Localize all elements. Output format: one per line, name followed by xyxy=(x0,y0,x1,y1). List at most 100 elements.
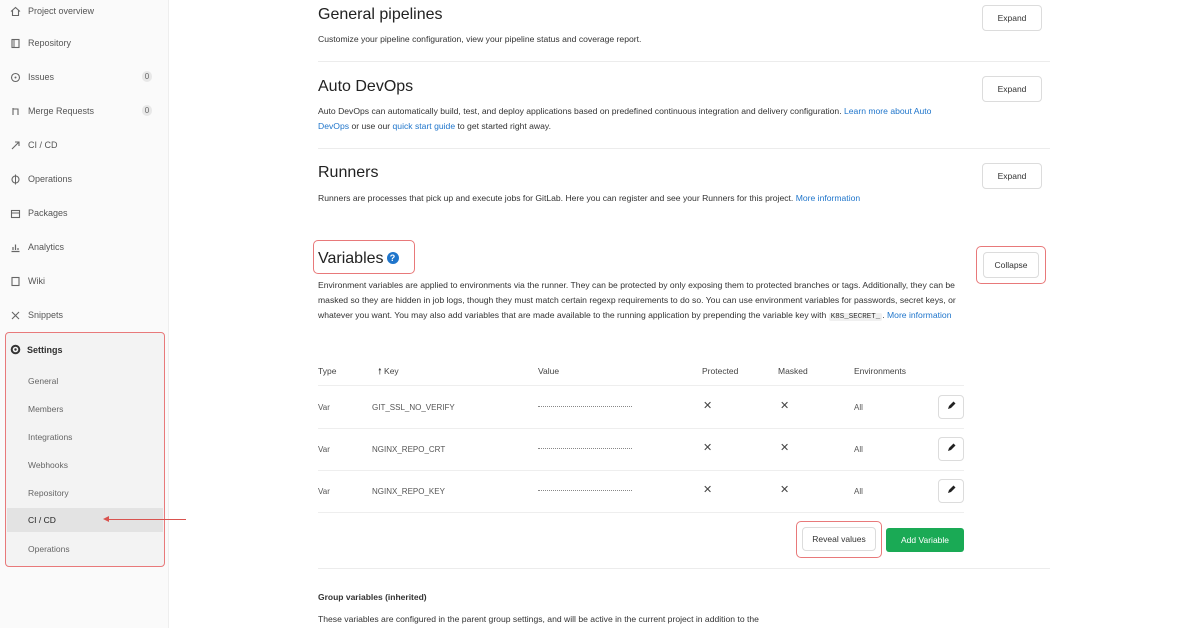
variables-collapse-button[interactable]: Collapse xyxy=(983,252,1039,278)
issues-icon xyxy=(10,72,21,83)
variables-title: Variables? xyxy=(318,250,399,268)
variables-title-text: Variables xyxy=(318,250,384,267)
table-row-divider xyxy=(318,428,964,429)
runners-more-information-link[interactable]: More information xyxy=(796,193,860,203)
cell-type: Var xyxy=(318,403,330,412)
home-icon xyxy=(10,6,21,17)
cell-masked: ✕ xyxy=(780,400,790,412)
sidebar-item-label: Wiki xyxy=(28,276,45,286)
auto-devops-desc-text-2: or use our xyxy=(351,121,391,131)
cloud-gear-icon xyxy=(10,174,21,185)
reveal-values-button[interactable]: Reveal values xyxy=(802,527,876,551)
runners-desc-text: Runners are processes that pick up and e… xyxy=(318,193,794,203)
settings-subitem-members[interactable]: Members xyxy=(28,404,63,414)
cell-protected: ✕ xyxy=(703,484,713,496)
cell-type: Var xyxy=(318,445,330,454)
sidebar-item-ci-cd[interactable]: CI / CD xyxy=(10,134,160,156)
sidebar-item-issues[interactable]: Issues 0 xyxy=(10,66,160,88)
question-circle-icon[interactable]: ? xyxy=(386,252,399,264)
cell-environment: All xyxy=(854,445,863,454)
chart-icon xyxy=(10,242,21,253)
column-header-protected: Protected xyxy=(702,366,739,376)
auto-devops-title: Auto DevOps xyxy=(318,78,414,95)
cell-value-masked xyxy=(538,448,632,450)
edit-variable-button[interactable] xyxy=(938,437,964,461)
cell-value-masked xyxy=(538,406,632,408)
auto-devops-expand-button[interactable]: Expand xyxy=(982,76,1042,102)
cell-key: GIT_SSL_NO_VERIFY xyxy=(372,403,455,412)
gear-icon xyxy=(10,344,21,357)
sidebar-item-repository[interactable]: Repository xyxy=(10,32,160,54)
sidebar-item-label: CI / CD xyxy=(28,140,58,150)
settings-subitem-operations[interactable]: Operations xyxy=(28,544,70,554)
general-pipelines-desc: Customize your pipeline configuration, v… xyxy=(318,34,642,44)
pointer-arrow-head xyxy=(103,516,109,522)
pencil-icon xyxy=(946,440,957,458)
sidebar-item-label: Snippets xyxy=(28,310,64,320)
rocket-icon xyxy=(10,140,21,151)
settings-subitem-general[interactable]: General xyxy=(28,376,58,386)
add-variable-button[interactable]: Add Variable xyxy=(886,528,964,552)
pointer-arrow-line xyxy=(108,519,186,520)
general-pipelines-expand-button[interactable]: Expand xyxy=(982,5,1042,31)
general-pipelines-title: General pipelines xyxy=(318,6,443,23)
settings-subitem-repository[interactable]: Repository xyxy=(28,488,69,498)
merge-request-icon xyxy=(10,106,21,117)
cell-environment: All xyxy=(854,487,863,496)
auto-devops-desc: Auto DevOps can automatically build, tes… xyxy=(318,104,958,134)
sidebar: Project overview Repository Issues 0 Mer… xyxy=(0,0,169,628)
cell-value-masked xyxy=(538,490,632,492)
scissors-icon xyxy=(10,310,21,321)
edit-variable-button[interactable] xyxy=(938,395,964,419)
column-header-type: Type xyxy=(318,366,337,376)
sidebar-item-label: Issues xyxy=(28,72,55,82)
cell-key: NGINX_REPO_CRT xyxy=(372,445,446,454)
column-header-masked: Masked xyxy=(778,366,808,376)
table-row-divider xyxy=(318,470,964,471)
sidebar-item-snippets[interactable]: Snippets xyxy=(10,304,160,326)
sidebar-item-label: Project overview xyxy=(28,6,95,16)
runners-title: Runners xyxy=(318,164,379,181)
runners-expand-button[interactable]: Expand xyxy=(982,163,1042,189)
sort-arrow-icon: 🠕 xyxy=(378,366,382,376)
pencil-icon xyxy=(946,482,957,500)
sidebar-item-label: Packages xyxy=(28,208,68,218)
sidebar-item-label: Settings xyxy=(27,345,63,355)
settings-subitem-ci-cd[interactable]: CI / CD xyxy=(28,515,56,525)
column-header-key[interactable]: 🠕 Key xyxy=(378,366,399,380)
column-header-key-label: Key xyxy=(384,366,399,376)
sidebar-item-wiki[interactable]: Wiki xyxy=(10,270,160,292)
pencil-icon xyxy=(946,398,957,416)
sidebar-item-label: Operations xyxy=(28,174,73,184)
settings-subitem-webhooks[interactable]: Webhooks xyxy=(28,460,68,470)
group-variables-title: Group variables (inherited) xyxy=(318,592,427,602)
sidebar-item-project-overview[interactable]: Project overview xyxy=(10,0,160,22)
sidebar-item-packages[interactable]: Packages xyxy=(10,202,160,224)
settings-subitem-integrations[interactable]: Integrations xyxy=(28,432,72,442)
sidebar-item-label: Repository xyxy=(28,38,72,48)
variables-more-information-link[interactable]: More information xyxy=(887,310,951,320)
auto-devops-desc-text-3: to get started right away. xyxy=(457,121,551,131)
column-header-environments: Environments xyxy=(854,366,906,376)
section-divider xyxy=(318,568,1050,569)
runners-desc: Runners are processes that pick up and e… xyxy=(318,191,958,206)
sidebar-item-label: Analytics xyxy=(28,242,65,252)
sidebar-item-merge-requests[interactable]: Merge Requests 0 xyxy=(10,100,160,122)
group-variables-desc: These variables are configured in the pa… xyxy=(318,614,759,624)
sidebar-item-settings[interactable]: Settings xyxy=(10,342,63,358)
auto-devops-desc-text: Auto DevOps can automatically build, tes… xyxy=(318,106,842,116)
cell-masked: ✕ xyxy=(780,442,790,454)
edit-variable-button[interactable] xyxy=(938,479,964,503)
wiki-icon xyxy=(10,276,21,287)
k8s-secret-code: K8S_SECRET_ xyxy=(828,313,883,321)
sidebar-item-analytics[interactable]: Analytics xyxy=(10,236,160,258)
quick-start-guide-link[interactable]: quick start guide xyxy=(393,121,456,131)
sidebar-item-operations[interactable]: Operations xyxy=(10,168,160,190)
merge-requests-count-badge: 0 xyxy=(142,105,152,116)
section-divider xyxy=(318,61,1050,62)
cell-environment: All xyxy=(854,403,863,412)
column-header-value: Value xyxy=(538,366,560,376)
table-row-divider xyxy=(318,512,964,513)
sidebar-item-label: Merge Requests xyxy=(28,106,95,116)
section-divider xyxy=(318,148,1050,149)
